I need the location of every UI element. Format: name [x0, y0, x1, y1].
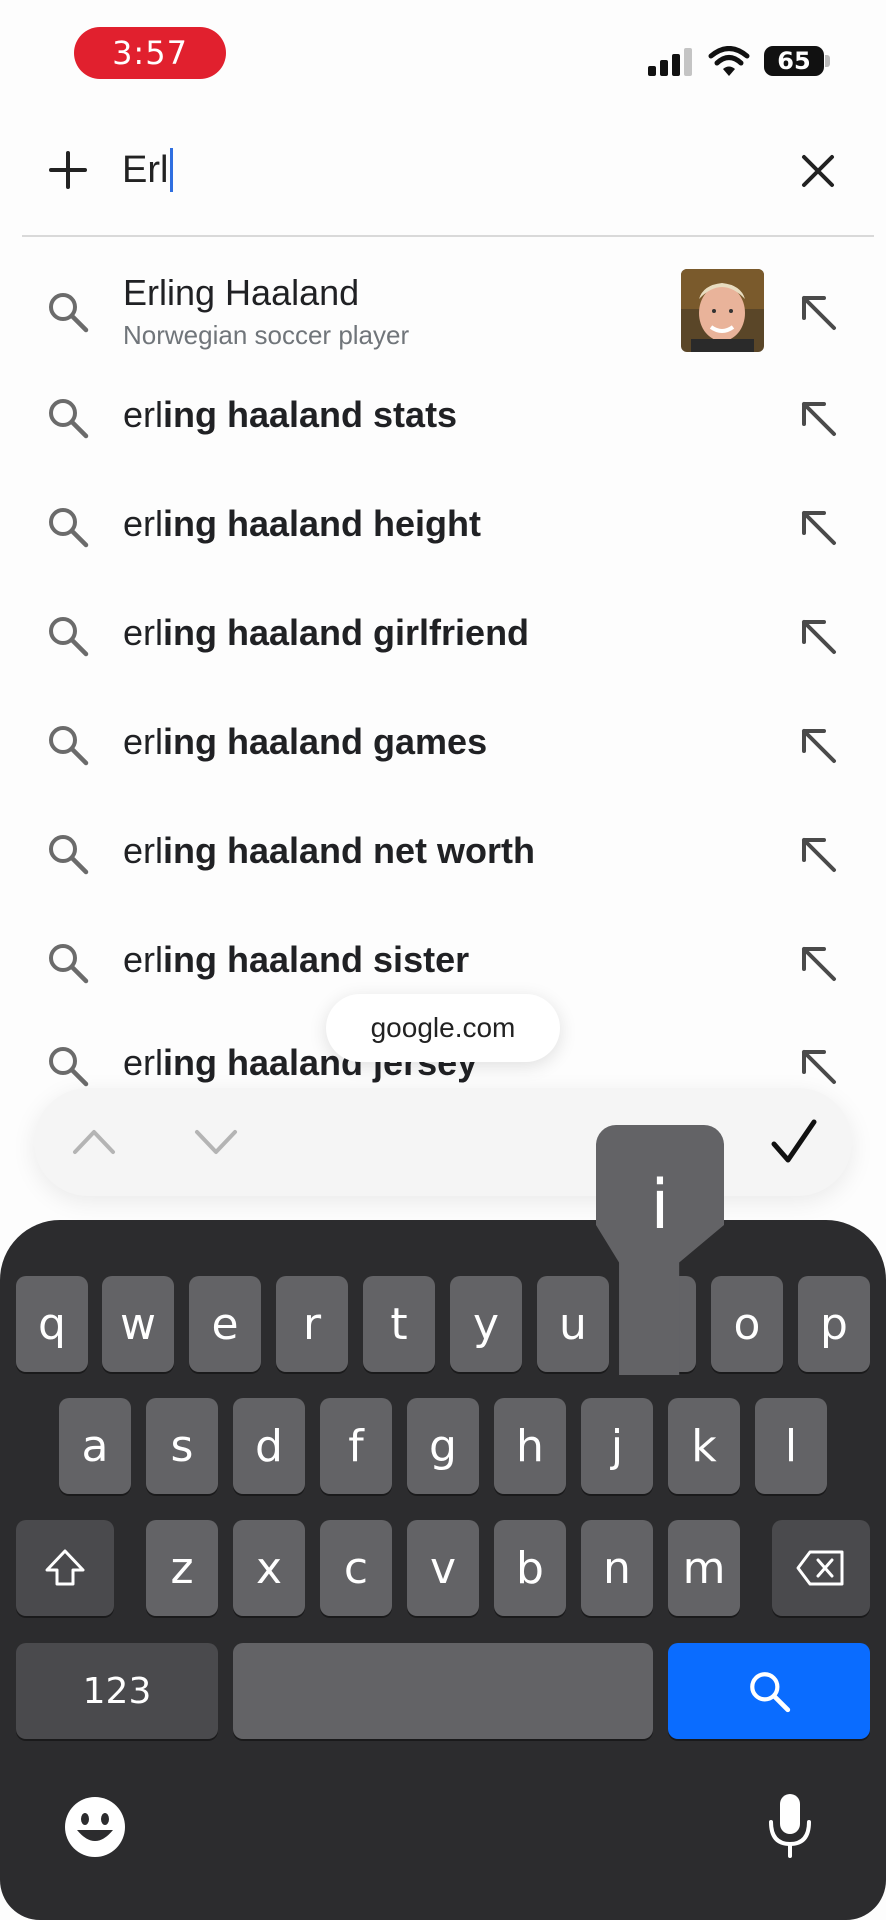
- search-icon: [46, 941, 90, 985]
- suggestion-row[interactable]: erling haaland stats: [0, 370, 886, 470]
- key-e[interactable]: e: [189, 1276, 261, 1372]
- chevron-up-icon[interactable]: [72, 1126, 116, 1156]
- key-w[interactable]: w: [102, 1276, 174, 1372]
- status-time: 3:57: [74, 27, 226, 79]
- suggestion-typed-text: Erl: [123, 272, 167, 313]
- key-u[interactable]: u: [537, 1276, 609, 1372]
- search-icon: [46, 614, 90, 658]
- search-icon: [46, 505, 90, 549]
- search-key[interactable]: [668, 1643, 870, 1739]
- key-v[interactable]: v: [407, 1520, 479, 1616]
- key-m[interactable]: m: [668, 1520, 740, 1616]
- search-icon: [46, 832, 90, 876]
- chevron-down-icon[interactable]: [194, 1128, 238, 1158]
- suggestion-typed-text: erl: [123, 394, 164, 435]
- key-s[interactable]: s: [146, 1398, 218, 1494]
- suggestion-row[interactable]: erling haaland girlfriend: [0, 588, 886, 688]
- suggestion-label: erling haaland sister: [123, 939, 469, 981]
- key-b[interactable]: b: [494, 1520, 566, 1616]
- key-k[interactable]: k: [668, 1398, 740, 1494]
- suggestion-completion-text: ing haaland girlfriend: [163, 612, 530, 653]
- suggestion-typed-text: erl: [123, 503, 164, 544]
- search-divider: [22, 235, 874, 237]
- search-icon: [46, 723, 90, 767]
- suggestion-completion-text: ing haaland stats: [163, 394, 458, 435]
- key-q[interactable]: q: [16, 1276, 88, 1372]
- url-pill[interactable]: google.com: [326, 994, 560, 1062]
- fill-query-arrow-icon[interactable]: [796, 941, 840, 985]
- search-icon: [46, 396, 90, 440]
- delete-key[interactable]: [772, 1520, 870, 1616]
- fill-query-arrow-icon[interactable]: [796, 1044, 840, 1088]
- entity-thumbnail: [681, 269, 764, 352]
- suggestion-subtitle: Norwegian soccer player: [123, 320, 410, 350]
- key-p[interactable]: p: [798, 1276, 870, 1372]
- suggestion-label: erling haaland games: [123, 721, 487, 763]
- shift-icon: [45, 1549, 85, 1586]
- key-z[interactable]: z: [146, 1520, 218, 1616]
- suggestion-completion-text: ing haaland games: [163, 721, 488, 762]
- fill-query-arrow-icon[interactable]: [796, 505, 840, 549]
- suggestion-label: erling haaland height: [123, 503, 481, 545]
- battery-indicator: 65: [764, 46, 824, 76]
- key-d[interactable]: d: [233, 1398, 305, 1494]
- fill-query-arrow-icon[interactable]: [796, 832, 840, 876]
- suggestion-typed-text: erl: [123, 721, 164, 762]
- key-g[interactable]: g: [407, 1398, 479, 1494]
- suggestion-typed-text: erl: [123, 939, 164, 980]
- fill-query-arrow-icon[interactable]: [796, 290, 840, 334]
- suggestion-label: Erling Haaland: [123, 272, 359, 314]
- find-bar: [34, 1088, 852, 1196]
- backspace-icon: [796, 1550, 844, 1586]
- suggestion-completion-text: ing haaland sister: [163, 939, 470, 980]
- plus-icon[interactable]: [48, 150, 88, 190]
- suggestion-typed-text: erl: [123, 1042, 164, 1083]
- suggestion-completion-text: ing haaland height: [163, 503, 482, 544]
- fill-query-arrow-icon[interactable]: [796, 723, 840, 767]
- suggestion-completion-text: ing Haaland: [167, 272, 360, 313]
- checkmark-icon[interactable]: [770, 1118, 818, 1166]
- numbers-key[interactable]: 123: [16, 1643, 218, 1739]
- suggestion-label: erling haaland girlfriend: [123, 612, 529, 654]
- fill-query-arrow-icon[interactable]: [796, 614, 840, 658]
- emoji-icon[interactable]: [64, 1796, 126, 1863]
- search-icon: [46, 1044, 90, 1088]
- wifi-icon: [708, 46, 750, 76]
- key-a[interactable]: a: [59, 1398, 131, 1494]
- search-query-text: Erl: [122, 148, 169, 191]
- cellular-signal-icon: [648, 48, 692, 76]
- search-icon: [46, 290, 90, 334]
- search-input[interactable]: Erl: [122, 145, 174, 195]
- key-popup-letter: i: [650, 1165, 670, 1245]
- shift-key[interactable]: [16, 1520, 114, 1616]
- suggestion-row[interactable]: erling haaland net worth: [0, 806, 886, 906]
- key-y[interactable]: y: [450, 1276, 522, 1372]
- suggestion-row[interactable]: erling haaland height: [0, 479, 886, 579]
- key-h[interactable]: h: [494, 1398, 566, 1494]
- key-t[interactable]: t: [363, 1276, 435, 1372]
- suggestion-label: erling haaland net worth: [123, 830, 535, 872]
- suggestion-typed-text: erl: [123, 830, 164, 871]
- suggestion-typed-text: erl: [123, 612, 164, 653]
- key-o[interactable]: o: [711, 1276, 783, 1372]
- key-n[interactable]: n: [581, 1520, 653, 1616]
- microphone-icon[interactable]: [766, 1792, 814, 1865]
- key-r[interactable]: r: [276, 1276, 348, 1372]
- text-caret: [170, 148, 174, 192]
- suggestion-label: erling haaland stats: [123, 394, 457, 436]
- key-l[interactable]: l: [755, 1398, 827, 1494]
- fill-query-arrow-icon[interactable]: [796, 396, 840, 440]
- suggestion-row[interactable]: erling haaland games: [0, 697, 886, 797]
- battery-cap: [825, 55, 830, 67]
- space-key[interactable]: [233, 1643, 653, 1739]
- key-c[interactable]: c: [320, 1520, 392, 1616]
- suggestion-completion-text: ing haaland net worth: [163, 830, 536, 871]
- key-j[interactable]: j: [581, 1398, 653, 1494]
- key-f[interactable]: f: [320, 1398, 392, 1494]
- search-icon: [750, 1672, 791, 1713]
- close-icon[interactable]: [800, 153, 836, 189]
- key-x[interactable]: x: [233, 1520, 305, 1616]
